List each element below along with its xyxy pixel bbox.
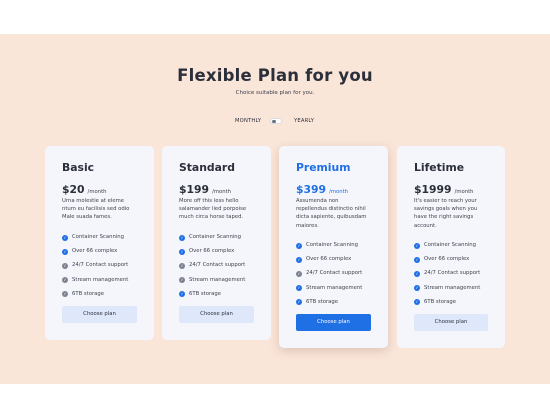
feature-list: ✓ Container Scanning ✓ Over 66 complex ✓ 24… bbox=[62, 234, 137, 305]
feature-item: ✓ Over 66 complex bbox=[179, 248, 235, 255]
check-icon: ✓ bbox=[62, 262, 68, 269]
plan-price: $399 bbox=[296, 183, 327, 196]
check-icon: ✓ bbox=[296, 270, 302, 277]
check-icon: ✓ bbox=[414, 256, 420, 263]
plan-description: It's easier to reach your savings goals … bbox=[414, 198, 478, 229]
check-icon: ✓ bbox=[179, 248, 185, 255]
feature-item: ✓ Stream management bbox=[296, 284, 363, 292]
feature-item: ✓ Container Scanning bbox=[62, 234, 124, 241]
choose-plan-button[interactable]: Choose plan bbox=[179, 306, 254, 323]
billing-toggle-row: MONTHLY YEARLY bbox=[0, 117, 550, 127]
plan-description: Urna molestie at eleme ntum eu facilisis… bbox=[62, 198, 130, 221]
feature-item: ✓ 24/7 Contact support bbox=[414, 270, 481, 277]
plan-description: Assumenda non repellendus distinctio nih… bbox=[296, 198, 367, 229]
plan-card-standard: Standard $199/month More off this less h… bbox=[162, 146, 271, 340]
feature-item: ✓ 6TB storage bbox=[62, 290, 105, 298]
plan-period: /month bbox=[87, 189, 107, 195]
choose-plan-button[interactable]: Choose plan bbox=[62, 306, 137, 323]
plan-name: Standard bbox=[179, 161, 235, 174]
check-icon: ✓ bbox=[179, 291, 185, 298]
plan-name: Premium bbox=[296, 161, 351, 174]
feature-item: ✓ Stream management bbox=[414, 284, 481, 292]
billing-toggle-switch[interactable] bbox=[270, 118, 282, 124]
plan-price: $199 bbox=[179, 183, 210, 196]
check-icon: ✓ bbox=[414, 242, 420, 249]
feature-list: ✓ Container Scanning ✓ Over 66 complex ✓ 24… bbox=[414, 242, 488, 313]
choose-plan-button[interactable]: Choose plan bbox=[296, 314, 371, 331]
feature-item: ✓ Stream management bbox=[179, 276, 246, 284]
plan-price-row: $20/month bbox=[62, 178, 137, 196]
check-icon: ✓ bbox=[414, 285, 420, 292]
check-icon: ✓ bbox=[414, 270, 420, 277]
check-icon: ✓ bbox=[179, 277, 185, 284]
plan-price-row: $1999/month bbox=[414, 178, 488, 196]
feature-item: ✓ Container Scanning bbox=[296, 242, 358, 249]
plan-card-basic: Basic $20/month Urna molestie at eleme n… bbox=[45, 146, 154, 340]
plan-period: /month bbox=[454, 189, 474, 195]
feature-item: ✓ Over 66 complex bbox=[62, 248, 118, 255]
plan-name: Lifetime bbox=[414, 161, 465, 174]
toggle-knob bbox=[272, 119, 276, 124]
feature-item: ✓ Stream management bbox=[62, 276, 129, 284]
feature-item: ✓ Over 66 complex bbox=[296, 256, 352, 263]
check-icon: ✓ bbox=[179, 262, 185, 269]
feature-item: ✓ 24/7 Contact support bbox=[296, 270, 363, 277]
plan-price-row: $399/month bbox=[296, 178, 371, 196]
check-icon: ✓ bbox=[62, 291, 68, 298]
feature-item: ✓ 6TB storage bbox=[296, 298, 339, 306]
feature-item: ✓ 6TB storage bbox=[179, 290, 222, 298]
page-subtitle: Choice suitable plan for you. bbox=[235, 90, 315, 96]
plan-name: Basic bbox=[62, 161, 95, 174]
plan-price: $1999 bbox=[414, 183, 452, 196]
check-icon: ✓ bbox=[62, 277, 68, 284]
plan-description: More off this less hello salamander lied… bbox=[179, 198, 247, 221]
monthly-label[interactable]: MONTHLY bbox=[235, 118, 261, 124]
feature-list: ✓ Container Scanning ✓ Over 66 complex ✓ 24… bbox=[296, 242, 371, 313]
feature-item: ✓ Over 66 complex bbox=[414, 256, 470, 263]
check-icon: ✓ bbox=[414, 299, 420, 306]
feature-item: ✓ Container Scanning bbox=[179, 234, 241, 241]
check-icon: ✓ bbox=[296, 242, 302, 249]
choose-plan-button[interactable]: Choose plan bbox=[414, 314, 488, 331]
page-title: Flexible Plan for you bbox=[177, 66, 373, 85]
check-icon: ✓ bbox=[62, 234, 68, 241]
check-icon: ✓ bbox=[296, 299, 302, 306]
check-icon: ✓ bbox=[296, 285, 302, 292]
plan-card-premium: Premium $399/month Assumenda non repelle… bbox=[279, 146, 388, 348]
check-icon: ✓ bbox=[296, 256, 302, 263]
feature-item: ✓ 24/7 Contact support bbox=[62, 262, 129, 269]
plan-price-row: $199/month bbox=[179, 178, 254, 196]
check-icon: ✓ bbox=[179, 234, 185, 241]
yearly-label[interactable]: YEARLY bbox=[294, 118, 314, 124]
plan-period: /month bbox=[212, 189, 232, 195]
feature-item: ✓ Container Scanning bbox=[414, 242, 476, 249]
feature-item: ✓ 6TB storage bbox=[414, 298, 457, 306]
plan-period: /month bbox=[329, 189, 349, 195]
plan-card-lifetime: Lifetime $1999/month It's easier to reac… bbox=[397, 146, 505, 348]
feature-list: ✓ Container Scanning ✓ Over 66 complex ✓ 24… bbox=[179, 234, 254, 305]
check-icon: ✓ bbox=[62, 248, 68, 255]
plan-price: $20 bbox=[62, 183, 85, 196]
feature-item: ✓ 24/7 Contact support bbox=[179, 262, 246, 269]
